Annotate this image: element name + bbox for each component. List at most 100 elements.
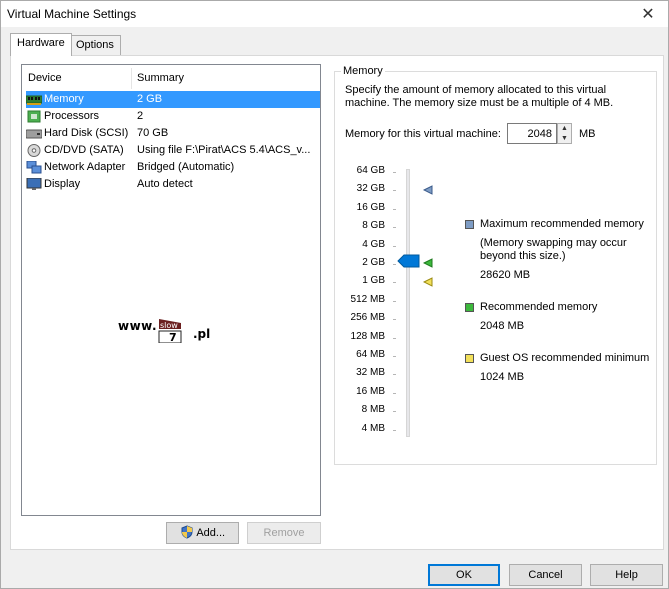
scale-label: 64 MB <box>356 349 385 360</box>
device-summary: 2 <box>137 110 144 122</box>
recommended-marker-icon <box>423 258 433 268</box>
device-summary: Using file F:\Pirat\ACS 5.4\ACS_v... <box>137 144 311 156</box>
display-icon <box>26 178 42 190</box>
scale-tick <box>393 337 396 339</box>
slider-track[interactable] <box>406 169 410 437</box>
maximum-legend-title: Maximum recommended memory <box>480 218 644 230</box>
scale-label: 32 GB <box>356 183 385 195</box>
window-title: Virtual Machine Settings <box>7 7 137 21</box>
scale-label: 32 MB <box>356 367 385 379</box>
scale-tick <box>393 374 396 376</box>
guest-min-marker-icon <box>423 277 433 287</box>
memory-icon <box>26 95 42 105</box>
title-bar: Virtual Machine Settings ✕ <box>1 1 668 27</box>
memory-stepper[interactable]: ▲ ▼ <box>557 123 572 144</box>
memory-unit: MB <box>579 128 596 140</box>
device-row-memory[interactable]: Memory 2 GB <box>26 91 320 108</box>
memory-input[interactable] <box>507 123 557 144</box>
scale-tick <box>393 282 396 284</box>
scale-tick <box>393 429 396 431</box>
tab-options[interactable]: Options <box>69 35 121 55</box>
scale-label: 16 GB <box>356 201 385 213</box>
ok-button[interactable]: OK <box>428 564 500 586</box>
slider-thumb[interactable] <box>397 253 421 269</box>
guest-min-legend-swatch <box>465 354 474 363</box>
column-header-device[interactable]: Device <box>28 72 62 84</box>
device-name: Processors <box>44 110 100 122</box>
scale-tick <box>393 300 396 302</box>
help-button[interactable]: Help <box>590 564 663 586</box>
column-separator[interactable] <box>131 68 132 89</box>
memory-slider[interactable]: 64 GB 32 GB 16 GB 8 GB 4 GB 2 GB 1 GB 512 MB 256… <box>341 161 441 441</box>
scale-tick <box>393 190 396 192</box>
device-name: Network Adapter <box>44 161 126 173</box>
scale-label: 16 MB <box>356 385 385 397</box>
memory-group-title: Memory <box>341 65 385 77</box>
cd-dvd-icon <box>27 144 41 157</box>
network-adapter-icon <box>26 161 42 174</box>
device-row-network-adapter[interactable]: Network Adapter Bridged (Automatic) <box>26 159 320 176</box>
scale-tick <box>393 264 396 265</box>
column-header-summary[interactable]: Summary <box>137 72 184 84</box>
scale-label: 8 GB <box>362 220 385 232</box>
device-name: Display <box>44 178 81 190</box>
recommended-legend-title: Recommended memory <box>480 301 598 313</box>
close-icon[interactable]: ✕ <box>638 4 658 24</box>
device-row-display[interactable]: Display Auto detect <box>26 176 320 193</box>
scale-label: 4 GB <box>362 238 385 250</box>
scale-label: 4 MB <box>361 422 385 434</box>
memory-field-label: Memory for this virtual machine: <box>345 128 501 140</box>
scale-label: 512 MB <box>350 293 385 305</box>
maximum-legend-swatch <box>465 220 474 229</box>
scale-tick <box>393 245 396 247</box>
device-summary: Bridged (Automatic) <box>137 161 235 173</box>
guest-min-legend-title: Guest OS recommended minimum <box>480 352 650 364</box>
scale-tick <box>393 392 396 394</box>
stepper-up-icon[interactable]: ▲ <box>558 124 571 134</box>
device-row-processors[interactable]: Processors 2 <box>26 108 320 125</box>
maximum-marker-icon <box>423 185 433 195</box>
scale-tick <box>393 172 396 173</box>
device-name: Hard Disk (SCSI) <box>44 127 129 139</box>
scale-label: 64 GB <box>356 165 385 176</box>
memory-description: Specify the amount of memory allocated t… <box>345 84 614 109</box>
scale-tick <box>393 227 396 229</box>
device-row-cd-dvd[interactable]: CD/DVD (SATA) Using file F:\Pirat\ACS 5.… <box>26 142 320 159</box>
device-summary: 2 GB <box>137 93 163 105</box>
watermark-logo-graphic: slow 7 <box>158 319 182 344</box>
scale-tick <box>393 319 396 321</box>
guest-min-legend-value: 1024 MB <box>480 371 525 383</box>
tab-hardware[interactable]: Hardware <box>10 33 72 56</box>
device-name: CD/DVD (SATA) <box>44 144 124 156</box>
watermark-suffix: .pl <box>193 327 211 341</box>
scale-tick <box>393 411 396 413</box>
watermark-prefix: www. <box>118 319 158 333</box>
device-summary: 70 GB <box>137 127 169 139</box>
cancel-button[interactable]: Cancel <box>509 564 582 586</box>
scale-label: 128 MB <box>350 330 385 342</box>
device-list[interactable]: Device Summary Memory 2 GB Processors 2 <box>21 64 321 516</box>
scale-label: 256 MB <box>350 312 385 324</box>
maximum-legend-value: 28620 MB <box>480 269 531 281</box>
stepper-down-icon[interactable]: ▼ <box>558 134 571 144</box>
device-name: Memory <box>44 93 84 105</box>
recommended-legend-value: 2048 MB <box>480 320 525 332</box>
watermark-box-top: slow <box>160 321 178 330</box>
device-summary: Auto detect <box>137 178 193 190</box>
scale-label: 8 MB <box>361 404 385 416</box>
add-device-button[interactable]: Add... <box>166 522 239 544</box>
remove-device-button[interactable]: Remove <box>247 522 321 544</box>
scale-tick <box>393 356 396 357</box>
shield-icon <box>181 525 193 539</box>
recommended-legend-swatch <box>465 303 474 312</box>
scale-label: 2 GB <box>362 257 385 268</box>
add-button-label: Add... <box>196 527 226 539</box>
maximum-legend-note: (Memory swapping may occur beyond this s… <box>480 237 627 262</box>
scale-label: 1 GB <box>362 275 385 287</box>
watermark-logo: slow 7 <box>157 319 191 344</box>
processor-icon <box>27 110 41 123</box>
watermark-box-bottom: 7 <box>169 331 177 343</box>
scale-tick <box>393 208 396 210</box>
device-row-hard-disk[interactable]: Hard Disk (SCSI) 70 GB <box>26 125 320 142</box>
hard-disk-icon <box>26 129 42 139</box>
